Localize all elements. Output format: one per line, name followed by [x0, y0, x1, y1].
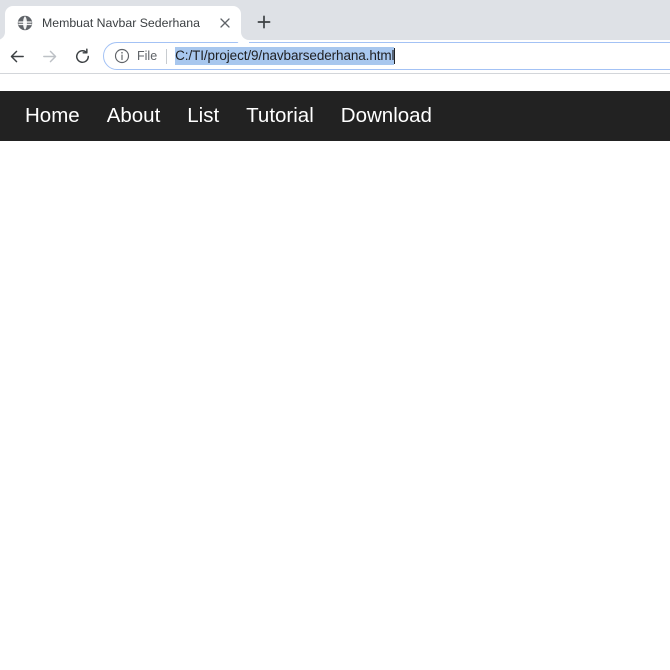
forward-button[interactable]	[34, 42, 64, 72]
back-button[interactable]	[2, 42, 32, 72]
text-caret	[394, 48, 396, 64]
omnibox-divider	[166, 48, 168, 64]
address-bar[interactable]: File C:/TI/project/9/navbarsederhana.htm…	[103, 42, 670, 70]
browser-toolbar: File C:/TI/project/9/navbarsederhana.htm…	[0, 40, 670, 73]
close-icon[interactable]	[213, 11, 237, 35]
browser-tab-active[interactable]: Membuat Navbar Sederhana	[5, 6, 241, 40]
new-tab-button[interactable]	[250, 8, 278, 36]
nav-link-about[interactable]: About	[107, 91, 161, 141]
nav-link-home[interactable]: Home	[25, 91, 80, 141]
forward-arrow-icon	[42, 50, 56, 63]
plus-icon	[257, 15, 271, 29]
info-circle-icon[interactable]	[114, 48, 130, 64]
tab-strip: Membuat Navbar Sederhana	[0, 0, 670, 40]
nav-link-list[interactable]: List	[187, 91, 219, 141]
nav-link-download[interactable]: Download	[341, 91, 432, 141]
reload-button[interactable]	[67, 42, 97, 72]
back-arrow-icon	[10, 50, 24, 63]
nav-link-tutorial[interactable]: Tutorial	[246, 91, 314, 141]
globe-icon	[17, 15, 33, 31]
tab-title: Membuat Navbar Sederhana	[42, 16, 200, 30]
browser-window: Membuat Navbar Sederhana File C:/TI/proj…	[0, 0, 670, 670]
scheme-label: File	[137, 49, 158, 63]
page-content-area	[0, 141, 670, 670]
reload-icon	[75, 48, 89, 63]
url-input[interactable]: C:/TI/project/9/navbarsederhana.html	[175, 47, 395, 65]
site-navbar: Home About List Tutorial Download	[0, 91, 670, 141]
page-viewport: Home About List Tutorial Download	[0, 74, 670, 670]
